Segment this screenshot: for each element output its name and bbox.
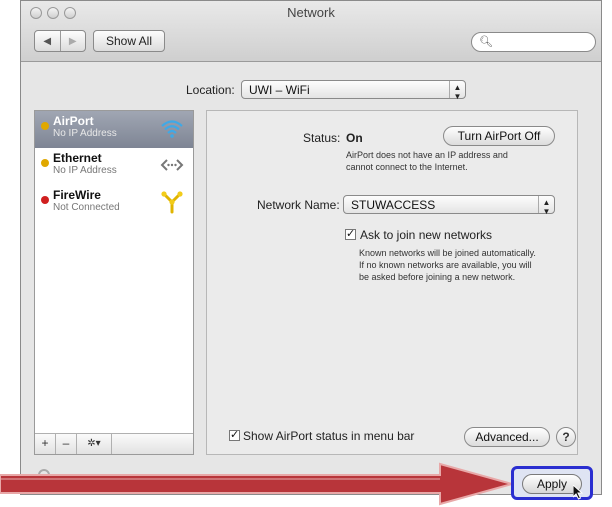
service-item-ethernet[interactable]: Ethernet No IP Address	[35, 148, 193, 185]
advanced-button[interactable]: Advanced...	[464, 427, 550, 447]
forward-button[interactable]: ▶	[59, 31, 86, 51]
service-name: Ethernet	[53, 151, 102, 165]
service-status: Not Connected	[53, 202, 120, 213]
firewire-icon	[161, 191, 183, 214]
service-status: No IP Address	[53, 128, 117, 139]
service-name: FireWire	[53, 188, 101, 202]
wifi-icon	[161, 120, 183, 138]
show-status-label: Show AirPort status in menu bar	[243, 429, 415, 443]
select-arrows-icon: ▲ ▼	[449, 81, 465, 101]
remove-service-button[interactable]: –	[56, 434, 77, 454]
location-label: Location:	[186, 83, 235, 97]
ask-description-line3: be asked before joining a new network.	[359, 272, 516, 282]
network-name-value: STUWACCESS	[351, 198, 436, 212]
mouse-pointer-icon	[573, 485, 583, 500]
status-description-line1: AirPort does not have an IP address and	[346, 150, 508, 160]
service-item-firewire[interactable]: FireWire Not Connected	[35, 185, 193, 222]
status-description-line2: cannot connect to the Internet.	[346, 162, 468, 172]
service-list-toolbar: + – ✲▾	[35, 433, 193, 454]
ethernet-icon	[160, 159, 184, 171]
forward-arrow-icon: ▶	[68, 35, 77, 47]
status-dot-icon	[41, 122, 49, 130]
gear-menu-button[interactable]: ✲▾	[77, 434, 112, 454]
service-status: No IP Address	[53, 165, 117, 176]
window-title: Network	[287, 5, 335, 20]
nav-back-forward: ◀ ▶	[34, 30, 86, 52]
show-all-button[interactable]: Show All	[93, 30, 165, 52]
network-name-select[interactable]: STUWACCESS ▲ ▼	[343, 195, 555, 216]
search-icon: 🔍︎	[479, 36, 493, 48]
status-value: On	[346, 131, 363, 145]
ask-to-join-checkbox[interactable]: ✓	[345, 229, 356, 240]
back-arrow-icon: ◀	[43, 35, 52, 47]
add-service-button[interactable]: +	[35, 434, 56, 454]
status-label: Status:	[303, 131, 341, 145]
ask-description-line2: If no known networks are available, you …	[359, 260, 532, 270]
title-bar: Network ◀ ▶ Show All 🔍︎	[21, 1, 601, 62]
show-status-checkbox[interactable]: ✓	[229, 430, 240, 441]
help-button[interactable]: ?	[556, 427, 576, 447]
back-button[interactable]: ◀	[35, 31, 60, 51]
select-arrows-icon: ▲ ▼	[538, 196, 554, 216]
annotation-arrow-icon	[0, 462, 516, 506]
network-name-label: Network Name:	[257, 198, 340, 212]
status-dot-icon	[41, 159, 49, 167]
ask-to-join-label: Ask to join new networks	[360, 228, 493, 242]
ask-description-line1: Known networks will be joined automatica…	[359, 248, 536, 258]
turn-airport-off-button[interactable]: Turn AirPort Off	[443, 126, 555, 146]
service-name: AirPort	[53, 114, 94, 128]
service-list: AirPort No IP Address Ethernet No IP Add…	[34, 110, 194, 455]
service-item-airport[interactable]: AirPort No IP Address	[35, 111, 193, 148]
detail-panel: Status: On Turn AirPort Off AirPort does…	[206, 110, 578, 455]
location-value: UWI – WiFi	[249, 83, 310, 97]
search-field[interactable]: 🔍︎	[471, 32, 596, 52]
location-select[interactable]: UWI – WiFi ▲ ▼	[241, 80, 466, 101]
status-dot-icon	[41, 196, 49, 204]
